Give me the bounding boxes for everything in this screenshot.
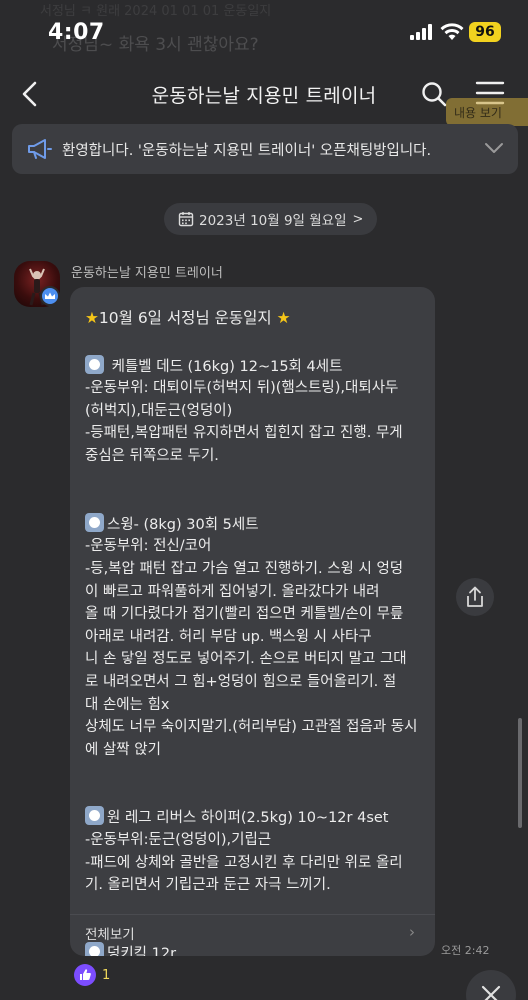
message-line: 에 살짝 앉기	[85, 739, 430, 762]
message-line-text: 중심은 뒤쪽으로 두기.	[85, 447, 219, 464]
message-line-text: -운동부위: 대퇴이두(허벅지 뒤)(햄스트링),대퇴사두	[85, 380, 399, 397]
see-all-button[interactable]: 전체보기	[85, 923, 135, 943]
message-body: ★10월 6일 서정님 운동일지 ★ 케틀벨 데드 (16kg) 12~15회 …	[85, 305, 430, 956]
bubble-divider	[70, 914, 435, 915]
message-line-text: 이 빠르고 파워풀하게 집어넣기. 올라갔다가 내려	[85, 583, 380, 600]
message-line-text: -운동부위:둔근(엉덩이),기립근	[85, 832, 272, 849]
share-icon	[467, 586, 483, 607]
bullet-record-icon	[85, 942, 104, 956]
message-line: (허벅지),대둔근(엉덩이)	[85, 400, 430, 423]
message-line-text: 원 레그 리버스 하이퍼(2.5kg) 10~12r 4set	[107, 810, 389, 827]
star-icon: ★	[85, 309, 99, 327]
search-icon[interactable]	[420, 80, 448, 108]
message-line-text: 로 내려오면서 그 힘+엉덩이 힘으로 들어올리기. 절	[85, 673, 397, 690]
like-icon[interactable]	[74, 964, 96, 986]
message-line: 대 손에는 힘x	[85, 694, 430, 717]
share-button[interactable]	[456, 578, 494, 616]
notice-banner[interactable]: 환영합니다. '운동하는날 지용민 트레이너' 오픈채팅방입니다.	[12, 124, 518, 174]
chevron-down-icon[interactable]	[484, 140, 504, 156]
message-line-text: 덩키킥 12r ...	[107, 946, 195, 956]
exercise-heading-line: 원 레그 리버스 하이퍼(2.5kg) 10~12r 4set	[85, 806, 430, 829]
scrollbar[interactable]	[518, 718, 522, 828]
close-button[interactable]	[466, 970, 516, 1000]
exercise-heading-line: 스윙- (8kg) 30회 5세트	[85, 512, 430, 536]
message-line-text: -패드에 상체와 골반을 고정시킨 후 다리만 위로 올리	[85, 854, 403, 871]
message-line: -운동부위: 전신/코어	[85, 535, 430, 558]
date-divider[interactable]: 2023년 10월 9일 월요일 >	[164, 203, 378, 235]
megaphone-icon	[28, 139, 52, 159]
message-line: -패드에 상체와 골반을 고정시킨 후 다리만 위로 올리	[85, 852, 430, 875]
message-line-text: 에 살짝 앉기	[85, 741, 161, 758]
background-message-faded-top: 서정님 ㅋ 원래 2024 01 01 01 운동일지	[40, 4, 272, 19]
message-line: 올 때 기다렸다가 접기(빨리 접으면 케틀벨/손이 무릎	[85, 603, 430, 626]
message-line-text: 대 손에는 힘x	[85, 696, 170, 713]
message-line-text: 올 때 기다렸다가 접기(빨리 접으면 케틀벨/손이 무릎	[85, 606, 404, 623]
date-label: 2023년 10월 9일 월요일	[199, 213, 347, 229]
message-line-text: -등패턴,복압패턴 유지하면서 힙힌지 잡고 진행. 무게	[85, 425, 403, 442]
message-line-text: 상체도 너무 숙이지말기.(허리부담) 고관절 접음과 동시	[85, 719, 418, 736]
crown-icon	[40, 286, 60, 306]
message-lines: 케틀벨 데드 (16kg) 12~15회 4세트 -운동부위: 대퇴이두(허벅지 …	[85, 332, 430, 956]
close-icon	[481, 985, 501, 1000]
exercise-heading-line: 케틀벨 데드 (16kg) 12~15회 4세트	[85, 354, 430, 378]
message-line: 아래로 내려감. 허리 부담 up. 백스윙 시 사타구	[85, 626, 430, 649]
message-line: 로 내려오면서 그 힘+엉덩이 힘으로 들어올리기. 절	[85, 671, 430, 694]
message-line: 이 빠르고 파워풀하게 집어넣기. 올라갔다가 내려	[85, 581, 430, 604]
message-line: -운동부위: 대퇴이두(허벅지 뒤)(햄스트링),대퇴사두	[85, 377, 430, 400]
message-line: 기. 올리면서 기립근과 둔근 자극 느끼기.	[85, 874, 430, 897]
sender-name: 운동하는날 지용민 트레이너	[71, 266, 223, 281]
message-line-text: 니 손 닿일 정도로 넣어주기. 손으로 버티지 말고 그대	[85, 651, 407, 668]
cellular-signal-icon	[410, 24, 432, 40]
exercise-heading-line: 덩키킥 12r ...	[85, 942, 430, 956]
message-line: -운동부위:둔근(엉덩이),기립근	[85, 829, 430, 852]
message-line: -등,복압 패턴 잡고 가슴 열고 진행하기. 스윙 시 엉덩	[85, 558, 430, 581]
message-line: -등패턴,복압패턴 유지하면서 힙힌지 잡고 진행. 무게	[85, 422, 430, 445]
wifi-icon	[440, 23, 464, 40]
bullet-record-icon	[85, 354, 104, 374]
message-line-text: -등,복압 패턴 잡고 가슴 열고 진행하기. 스윙 시 엉덩	[85, 560, 404, 577]
message-line: 중심은 뒤쪽으로 두기.	[85, 445, 430, 468]
message-title-line: ★10월 6일 서정님 운동일지 ★	[85, 305, 430, 332]
side-chip-faded: 내용 보기	[446, 98, 528, 126]
message-line-text: 케틀벨 데드 (16kg) 12~15회 4세트	[107, 358, 343, 375]
message-line-text: (허벅지),대둔근(엉덩이)	[85, 402, 233, 419]
message-line-text: 기. 올리면서 기립근과 둔근 자극 느끼기.	[85, 877, 331, 894]
status-bar: 서정님 ㅋ 원래 2024 01 01 01 운동일지 서정님~ 화욕 3시 괜…	[0, 0, 528, 62]
message-title: 10월 6일 서정님 운동일지	[98, 309, 272, 327]
notice-text: 환영합니다. '운동하는날 지용민 트레이너' 오픈채팅방입니다.	[62, 143, 432, 159]
battery-indicator: 96	[469, 22, 501, 42]
chevron-right-icon[interactable]: ›	[409, 923, 415, 941]
message-line: 상체도 너무 숙이지말기.(허리부담) 고관절 접음과 동시	[85, 716, 430, 739]
bullet-record-icon	[85, 512, 104, 532]
bullet-record-icon	[85, 806, 104, 826]
reaction-count: 1	[102, 967, 111, 983]
message-line-text: 스윙- (8kg) 30회 5세트	[107, 516, 259, 533]
message-line: 니 손 닿일 정도로 넣어주기. 손으로 버티지 말고 그대	[85, 648, 430, 671]
calendar-icon	[178, 212, 194, 227]
status-time: 4:07	[48, 20, 105, 45]
message-line-text: -운동부위: 전신/코어	[85, 538, 212, 555]
date-chevron-icon: >	[352, 211, 364, 227]
message-line-text: 아래로 내려감. 허리 부담 up. 백스윙 시 사타구	[85, 628, 372, 645]
message-bubble[interactable]: ★10월 6일 서정님 운동일지 ★ 케틀벨 데드 (16kg) 12~15회 …	[70, 287, 435, 956]
message-time: 오전 2:42	[441, 944, 490, 957]
reaction-bar[interactable]: 1	[74, 964, 110, 986]
star-icon: ★	[276, 309, 291, 327]
